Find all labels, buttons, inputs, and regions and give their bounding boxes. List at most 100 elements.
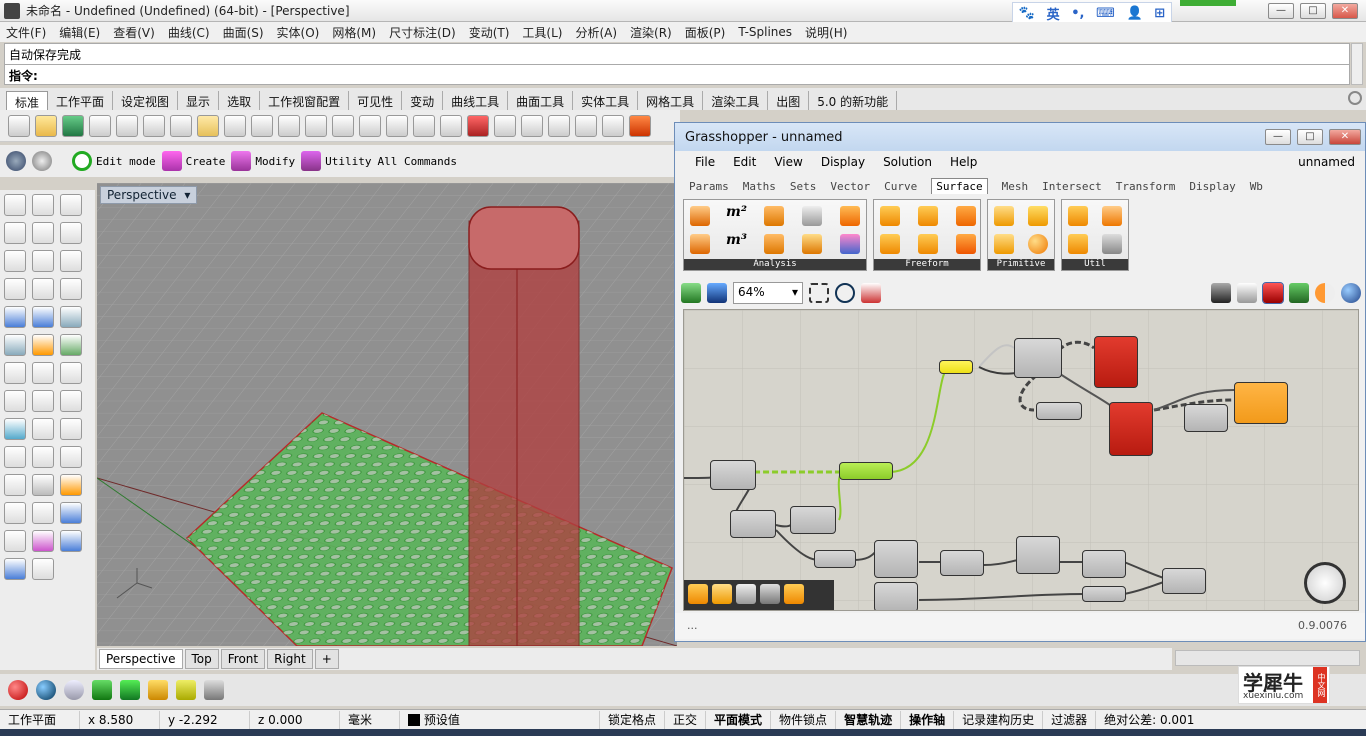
gh-navigation-compass[interactable] <box>1304 562 1346 604</box>
loft-icon[interactable] <box>956 206 976 226</box>
rotate-icon[interactable] <box>32 362 54 384</box>
gh-circle-node[interactable] <box>1082 550 1126 578</box>
create-button[interactable]: Create <box>161 151 225 171</box>
dimensions-icon[interactable] <box>840 234 860 254</box>
gh-tab-sets[interactable]: Sets <box>790 180 817 193</box>
ime-grid-icon[interactable]: ⊞ <box>1154 6 1165 21</box>
tab-transform[interactable]: 变动 <box>402 91 444 110</box>
brep-closest-icon[interactable] <box>764 206 784 226</box>
gh-error-node-1[interactable] <box>1094 336 1138 388</box>
perspective-viewport[interactable] <box>97 183 677 646</box>
brep-join-icon[interactable] <box>1102 234 1122 254</box>
zoom-extents-icon[interactable] <box>359 114 381 137</box>
cone-icon[interactable] <box>148 680 168 700</box>
light-icon[interactable] <box>575 114 597 137</box>
gh-menu-solution[interactable]: Solution <box>883 155 932 169</box>
command-prompt[interactable]: 指令: <box>4 65 1350 85</box>
gh-menu-view[interactable]: View <box>774 155 802 169</box>
gh-list-item-node-1[interactable] <box>874 540 918 578</box>
patch-icon[interactable] <box>880 234 900 254</box>
tab-solid-tools[interactable]: 实体工具 <box>573 91 639 110</box>
menu-surface[interactable]: 曲面(S) <box>223 24 264 41</box>
fillet-icon[interactable] <box>4 278 26 300</box>
tab-curve-tools[interactable]: 曲线工具 <box>443 91 509 110</box>
mirror-icon[interactable] <box>32 390 54 412</box>
menu-analyze[interactable]: 分析(A) <box>575 24 617 41</box>
area-icon[interactable]: m² <box>726 204 747 224</box>
car-icon[interactable] <box>467 114 489 137</box>
gh-division-node[interactable] <box>940 550 984 576</box>
vp-tab-perspective[interactable]: Perspective <box>99 649 183 669</box>
cylinder-icon[interactable] <box>204 680 224 700</box>
print-icon[interactable] <box>89 114 111 137</box>
copy-icon[interactable] <box>170 114 192 137</box>
preview-settings-icon[interactable] <box>1315 283 1335 303</box>
gh-extrude-node[interactable] <box>839 462 893 480</box>
tab-new-in-v5[interactable]: 5.0 的新功能 <box>809 91 898 110</box>
boundary-icon[interactable] <box>880 206 900 226</box>
rotate-view-icon[interactable] <box>278 114 300 137</box>
isotrim-icon[interactable] <box>1068 234 1088 254</box>
edit-mode-button[interactable]: Edit mode <box>72 151 156 171</box>
ime-toolbar[interactable]: 🐾 英 •, ⌨ 👤 ⊞ <box>1012 2 1172 24</box>
cylinder-prim-icon[interactable] <box>1028 206 1048 226</box>
menu-tsplines[interactable]: T-Splines <box>738 25 792 39</box>
horizontal-scrollbar[interactable] <box>1175 650 1360 666</box>
scale-icon[interactable] <box>60 362 82 384</box>
tab-cplanes[interactable]: 工作平面 <box>48 91 114 110</box>
cplane-icon[interactable] <box>548 114 570 137</box>
layer-icon[interactable] <box>32 502 54 524</box>
sweep-icon[interactable] <box>956 234 976 254</box>
menu-help[interactable]: 说明(H) <box>805 24 847 41</box>
menu-edit[interactable]: 编辑(E) <box>59 24 100 41</box>
gh-maximize-button[interactable]: □ <box>1297 129 1323 145</box>
selected-only-icon[interactable] <box>1289 283 1309 303</box>
shell-icon[interactable] <box>32 474 54 496</box>
import-icon[interactable] <box>116 114 138 137</box>
wrap-icon[interactable] <box>60 530 82 552</box>
gh-tab-surface[interactable]: Surface <box>931 178 988 194</box>
wire-sphere-icon[interactable] <box>64 680 84 700</box>
quick-divide-icon[interactable] <box>688 584 708 604</box>
copy-icon[interactable] <box>32 446 54 468</box>
gh-addition-node[interactable] <box>1184 404 1228 432</box>
sphere-icon[interactable] <box>32 306 54 328</box>
text-icon[interactable] <box>4 418 26 440</box>
preview-off-icon[interactable] <box>1211 283 1231 303</box>
gh-surface-uv-node[interactable] <box>1234 382 1288 424</box>
analyze-icon[interactable] <box>60 502 82 524</box>
tab-visibility[interactable]: 可见性 <box>349 91 403 110</box>
surface-closest-icon[interactable] <box>802 234 822 254</box>
gh-tab-intersect[interactable]: Intersect <box>1042 180 1102 193</box>
tab-render-tools[interactable]: 渲染工具 <box>703 91 769 110</box>
green-cube-icon[interactable] <box>120 680 140 700</box>
sphere-icon[interactable] <box>1028 234 1048 254</box>
preview-eye-icon[interactable] <box>835 283 855 303</box>
material-icon[interactable] <box>629 114 651 137</box>
new-icon[interactable] <box>8 114 30 137</box>
vp-tab-right[interactable]: Right <box>267 649 313 669</box>
ime-user-icon[interactable]: 👤 <box>1126 6 1142 21</box>
quick-download-icon[interactable] <box>760 584 780 604</box>
curve-edit-icon[interactable] <box>60 250 82 272</box>
zoom-window-icon[interactable] <box>332 114 354 137</box>
red-sphere-icon[interactable] <box>8 680 28 700</box>
zoom-icon[interactable] <box>305 114 327 137</box>
gh-menu-display[interactable]: Display <box>821 155 865 169</box>
gh-menu-edit[interactable]: Edit <box>733 155 756 169</box>
soccer-ball-icon[interactable] <box>32 151 52 171</box>
point-icon[interactable] <box>32 194 54 216</box>
shaded-preview-icon[interactable] <box>1262 282 1284 304</box>
wire-preview-icon[interactable] <box>1237 283 1257 303</box>
zoom-selected-icon[interactable] <box>386 114 408 137</box>
trim-icon[interactable] <box>60 278 82 300</box>
gh-canvas[interactable] <box>683 309 1359 611</box>
gh-isotrim-node[interactable] <box>1014 338 1062 378</box>
more-icon[interactable] <box>32 558 54 580</box>
polygon-icon[interactable] <box>32 250 54 272</box>
gh-tab-display[interactable]: Display <box>1189 180 1235 193</box>
maximize-button[interactable]: □ <box>1300 3 1326 19</box>
gh-error-node-2[interactable] <box>1109 402 1153 456</box>
zoom-extents-icon[interactable] <box>809 283 829 303</box>
points-icon[interactable] <box>176 680 196 700</box>
